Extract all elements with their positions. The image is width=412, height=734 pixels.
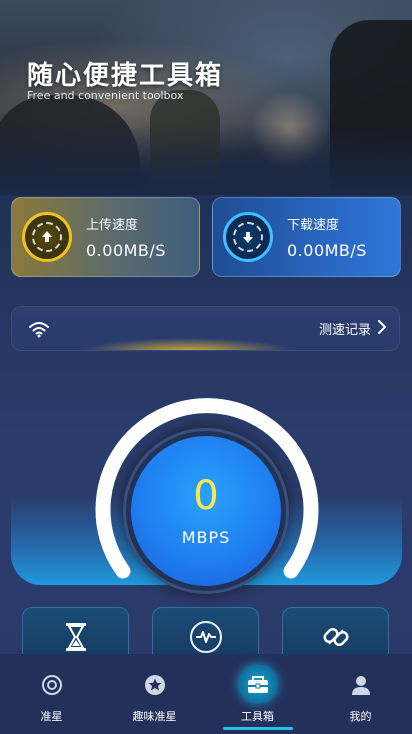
nav-item-fun-crosshair[interactable]: 趣味准星: [103, 654, 206, 734]
user-icon: [349, 673, 373, 697]
hero-fade: [0, 125, 412, 195]
speed-dial[interactable]: 0 MBPS: [131, 436, 281, 586]
nav-label: 趣味准星: [132, 710, 177, 723]
download-value: 0.00MB/S: [287, 241, 367, 260]
toolbox-icon: [246, 673, 270, 697]
crosshair-icon: [40, 673, 64, 697]
nav-label: 准星: [40, 710, 63, 723]
speed-value: 0: [193, 472, 219, 519]
pulse-icon: [189, 621, 222, 653]
star-icon: [143, 673, 167, 697]
upload-label: 上传速度: [86, 218, 139, 233]
chevron-right-icon: [377, 319, 387, 338]
upload-gauge-icon: [22, 212, 72, 262]
active-underline: [222, 727, 293, 730]
nav-item-crosshair[interactable]: 准星: [0, 654, 103, 734]
link-icon: [320, 621, 352, 653]
upload-value: 0.00MB/S: [86, 241, 166, 260]
speed-record-bar[interactable]: 测速记录: [11, 306, 400, 351]
nav-label: 工具箱: [241, 710, 274, 723]
speed-record-label: 测速记录: [318, 323, 371, 338]
toolbox-page: 随心便捷工具箱 Free and convenient toolbox 上传速度…: [0, 0, 412, 734]
hero-subtitle: Free and convenient toolbox: [27, 89, 184, 102]
speed-unit: MBPS: [181, 527, 231, 547]
hero-title: 随心便捷工具箱: [27, 61, 224, 91]
wifi-icon: [28, 320, 50, 338]
nav-item-profile[interactable]: 我的: [309, 654, 412, 734]
download-speed-card: 下载速度 0.00MB/S: [212, 197, 401, 277]
nav-label: 我的: [349, 710, 372, 723]
download-gauge-icon: [223, 212, 273, 262]
hero-banner: 随心便捷工具箱 Free and convenient toolbox: [0, 0, 412, 195]
speedometer: 0 MBPS: [11, 395, 402, 594]
nav-item-toolbox[interactable]: 工具箱: [206, 654, 309, 734]
download-label: 下载速度: [287, 218, 340, 233]
bottom-nav: 准星 趣味准星 工具箱 我的: [0, 654, 412, 734]
upload-speed-card: 上传速度 0.00MB/S: [11, 197, 200, 277]
hourglass-icon: [60, 621, 92, 653]
